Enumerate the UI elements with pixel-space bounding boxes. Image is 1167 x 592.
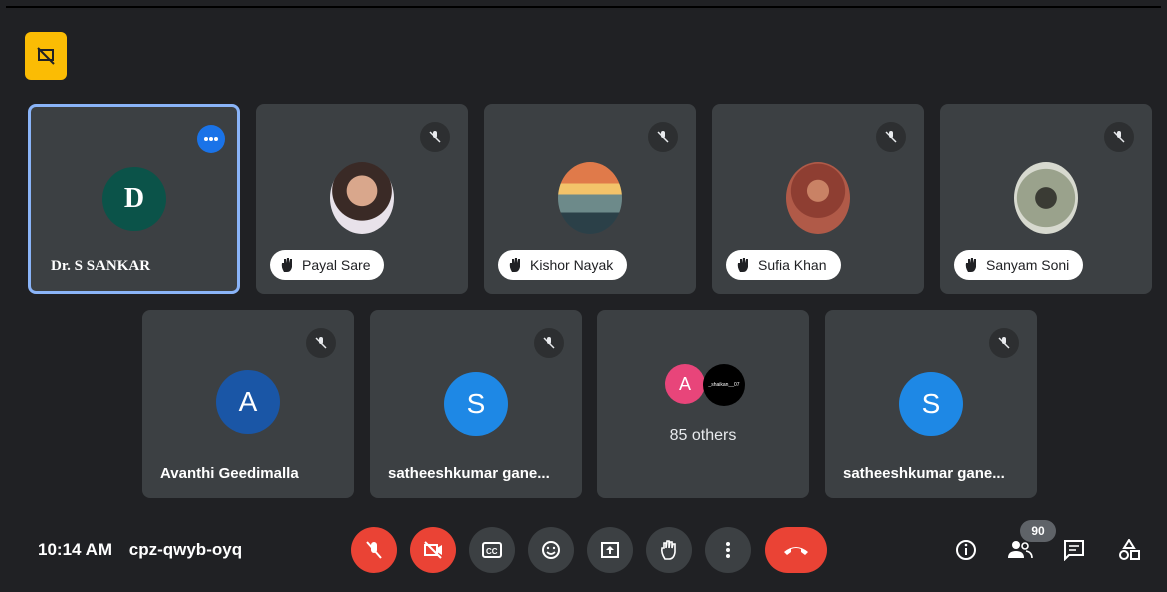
- more-vertical-icon: [726, 542, 730, 558]
- raised-hand-icon: [509, 258, 520, 272]
- mic-off-icon: [306, 328, 336, 358]
- mic-off-icon: [989, 328, 1019, 358]
- meeting-code: cpz-qwyb-oyq: [128, 540, 243, 559]
- more-options-button[interactable]: [705, 527, 751, 573]
- no-presentation-icon: [37, 47, 55, 65]
- camera-toggle-button[interactable]: [410, 527, 456, 573]
- avatar-letter: A: [678, 373, 691, 394]
- participant-name: Kishor Nayak: [530, 257, 614, 273]
- name-label: Sanyam Soni: [954, 250, 1084, 280]
- participant-photo: [786, 162, 850, 234]
- present-to-all-icon: [601, 542, 619, 558]
- participant-name: Payal Sare: [302, 257, 371, 273]
- microphone-toggle-button[interactable]: [351, 527, 397, 573]
- mic-off-icon: [876, 122, 906, 152]
- more-horizontal-icon: [204, 137, 218, 141]
- mic-off-icon: [420, 122, 450, 152]
- raised-hand-icon: [737, 258, 748, 272]
- meeting-window: [6, 6, 1161, 588]
- others-count-label: 85 others: [669, 427, 737, 444]
- participant-name: Avanthi Geedimalla: [160, 465, 299, 482]
- participant-photo: [330, 162, 394, 234]
- participant-tile[interactable]: A Avanthi Geedimalla: [142, 310, 354, 498]
- hand-icon: [661, 540, 676, 560]
- avatar-text: _shaikan__07: [708, 382, 740, 388]
- participant-name: Sanyam Soni: [986, 257, 1070, 273]
- avatar: _shaikan__07: [703, 364, 745, 406]
- svg-text:CC: CC: [486, 547, 498, 556]
- participant-name: satheeshkumar gane...: [388, 465, 550, 482]
- name-label: Payal Sare: [270, 250, 385, 280]
- meeting-info-button[interactable]: [953, 537, 979, 563]
- captions-button[interactable]: CC: [469, 527, 515, 573]
- raised-hand-icon: [965, 258, 976, 272]
- meeting-details: 10:14 AM cpz-qwyb-oyq: [38, 540, 254, 560]
- participant-tile[interactable]: Sanyam Soni: [940, 104, 1152, 294]
- mic-off-icon: [366, 541, 382, 559]
- activities-button[interactable]: [1116, 537, 1142, 563]
- mic-off-icon: [1104, 122, 1134, 152]
- control-bar: 10:14 AM cpz-qwyb-oyq CC 90: [0, 520, 1167, 580]
- camera-off-icon: [424, 541, 442, 559]
- name-label: Kishor Nayak: [498, 250, 628, 280]
- participant-name: Dr. S SANKAR: [51, 258, 151, 274]
- participant-photo: [1014, 162, 1078, 234]
- presentation-off-badge[interactable]: [25, 32, 67, 80]
- info-icon: [956, 540, 976, 560]
- leave-call-button[interactable]: [765, 527, 827, 573]
- avatar: S: [899, 372, 963, 436]
- people-button[interactable]: [1007, 537, 1033, 563]
- present-screen-button[interactable]: [587, 527, 633, 573]
- avatar-letter: D: [123, 183, 145, 214]
- participant-name: Sufia Khan: [758, 257, 827, 273]
- avatar-letter: A: [238, 386, 258, 417]
- emoji-icon: [542, 541, 560, 559]
- mic-off-icon: [534, 328, 564, 358]
- call-end-icon: [784, 547, 808, 555]
- others-tile[interactable]: A _shaikan__07 85 others: [597, 310, 809, 498]
- participant-tile[interactable]: Sufia Khan: [712, 104, 924, 294]
- closed-captions-icon: CC: [482, 542, 502, 558]
- avatar-letter: S: [921, 388, 941, 419]
- chat-button[interactable]: [1061, 537, 1087, 563]
- raised-hand-icon: [281, 258, 292, 272]
- avatar: A: [665, 364, 705, 404]
- avatar: S: [444, 372, 508, 436]
- participant-photo: [558, 162, 622, 234]
- avatar-letter: S: [466, 388, 486, 419]
- raise-hand-button[interactable]: [646, 527, 692, 573]
- chat-icon: [1064, 540, 1084, 561]
- participant-name: satheeshkumar gane...: [843, 465, 1005, 482]
- people-icon: [1008, 541, 1033, 559]
- participant-tile[interactable]: Payal Sare: [256, 104, 468, 294]
- reactions-button[interactable]: [528, 527, 574, 573]
- activities-icon: [1119, 539, 1140, 560]
- avatar: A: [216, 370, 280, 434]
- avatar: D: [102, 167, 166, 231]
- participant-tile[interactable]: S satheeshkumar gane...: [370, 310, 582, 498]
- participant-tile[interactable]: D Dr. S SANKAR: [28, 104, 240, 294]
- participant-tile[interactable]: S satheeshkumar gane...: [825, 310, 1037, 498]
- clock-time: 10:14 AM: [38, 540, 113, 559]
- more-options-button[interactable]: [197, 125, 225, 153]
- participant-tile[interactable]: Kishor Nayak: [484, 104, 696, 294]
- mic-off-icon: [648, 122, 678, 152]
- name-label: Sufia Khan: [726, 250, 841, 280]
